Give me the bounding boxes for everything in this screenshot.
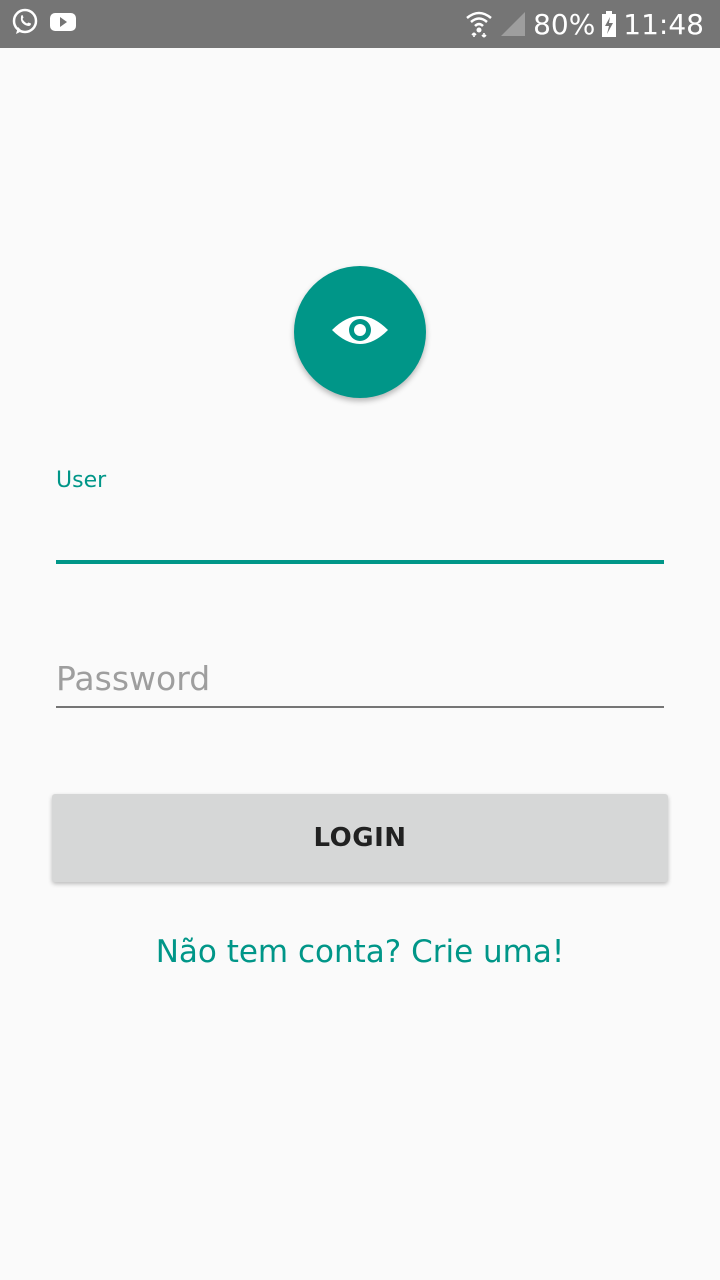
signup-link[interactable]: Não tem conta? Crie uma! bbox=[0, 934, 720, 970]
clock: 11:48 bbox=[623, 7, 704, 41]
battery-percentage: 80% bbox=[533, 7, 596, 41]
whatsapp-icon bbox=[10, 7, 40, 41]
login-screen: User LOGIN Não tem conta? Crie uma! bbox=[0, 48, 720, 1280]
youtube-icon bbox=[48, 7, 78, 41]
status-bar: 80% 11:48 bbox=[0, 0, 720, 48]
eye-icon bbox=[330, 310, 390, 354]
user-input[interactable] bbox=[56, 510, 664, 564]
app-logo bbox=[294, 266, 426, 398]
signal-icon bbox=[499, 10, 527, 38]
wifi-icon bbox=[465, 9, 493, 39]
user-field-label: User bbox=[56, 468, 107, 493]
system-indicators: 80% 11:48 bbox=[465, 0, 704, 48]
password-input[interactable] bbox=[56, 650, 664, 708]
notification-icons bbox=[10, 7, 78, 41]
battery-charging-icon bbox=[601, 10, 617, 38]
login-button[interactable]: LOGIN bbox=[52, 794, 668, 882]
